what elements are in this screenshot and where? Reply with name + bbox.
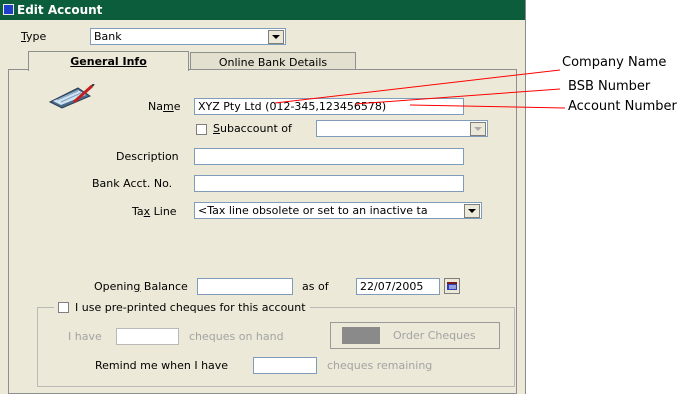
bsb-number-callout: BSB Number: [568, 79, 651, 94]
company-name-callout: Company Name: [562, 55, 667, 70]
account-number-callout: Account Number: [568, 99, 677, 114]
account-number-callout-line: [409, 104, 566, 109]
company-name-callout-line: [274, 69, 561, 104]
bsb-number-callout-line: [354, 88, 561, 105]
tab-general-info[interactable]: General Info: [28, 51, 189, 71]
tab-general-info-label: General Info: [70, 55, 147, 68]
